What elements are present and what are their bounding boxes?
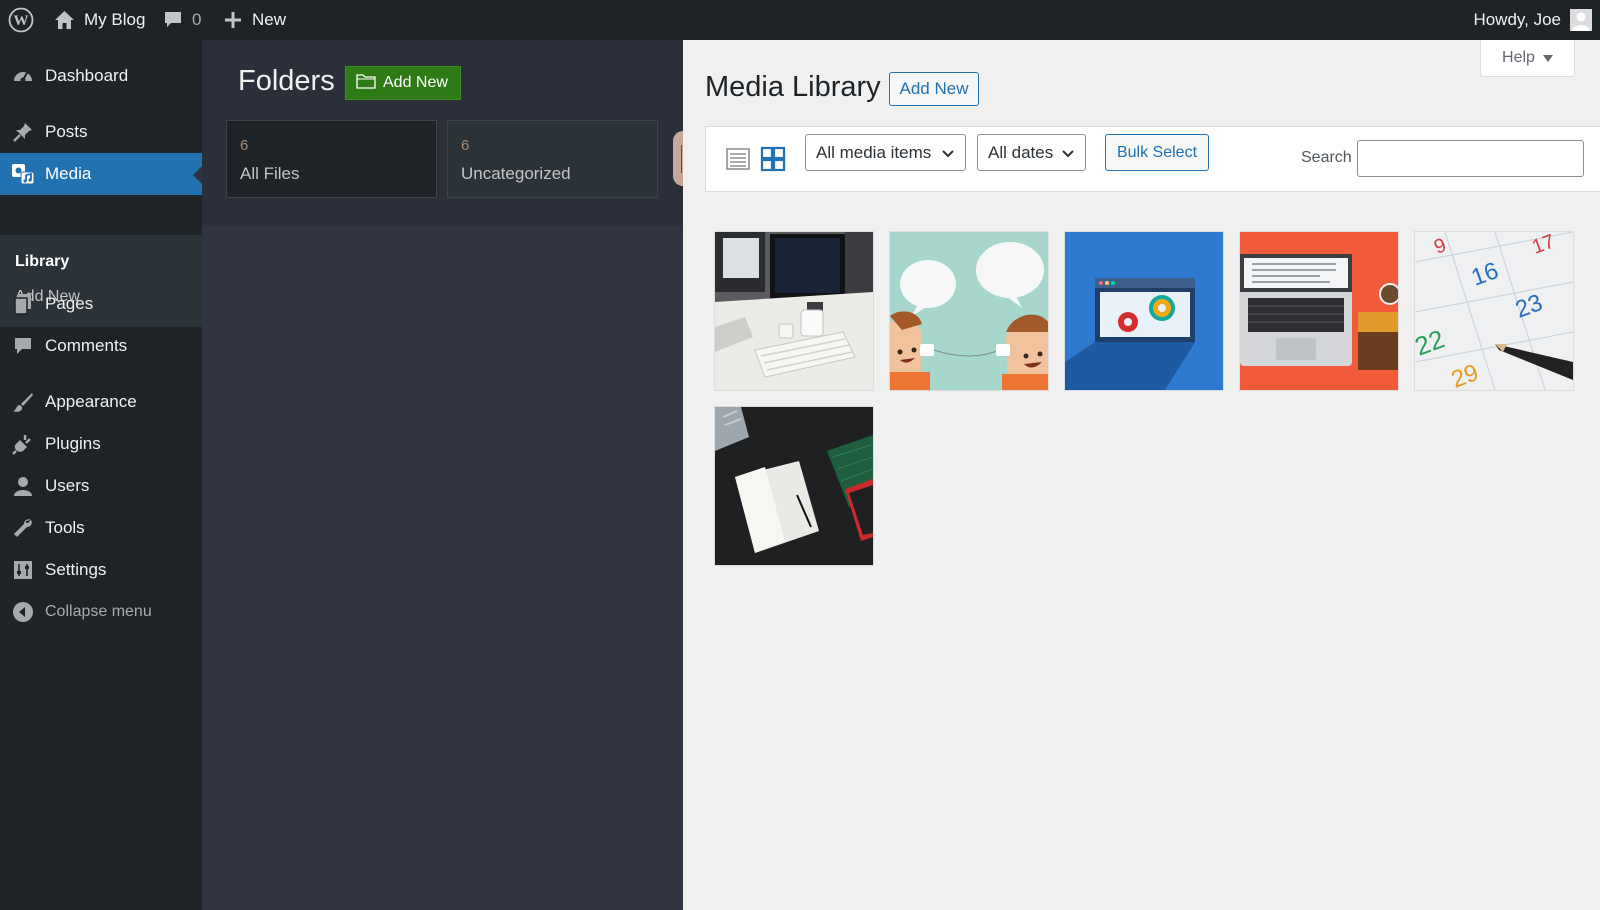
folders-title: Folders	[238, 65, 335, 97]
svg-text:W: W	[14, 13, 29, 29]
user-icon	[11, 474, 35, 498]
media-thumbnail	[715, 232, 873, 390]
howdy-greeting: Howdy, Joe	[1473, 10, 1561, 29]
comments-count: 0	[192, 10, 202, 29]
menu-item-users[interactable]: Users	[0, 465, 202, 507]
chevron-down-icon	[941, 146, 955, 166]
menu-item-appearance[interactable]: Appearance	[0, 381, 202, 423]
media-item-laptop-top-view[interactable]	[1240, 232, 1398, 390]
media-type-filter-select[interactable]: All media items	[805, 134, 966, 171]
help-tab-button[interactable]: Help	[1480, 40, 1575, 77]
grid-view-icon[interactable]	[760, 146, 786, 172]
comment-bubble-icon	[163, 10, 183, 30]
media-library-main: Help Media Library Add New All media ite…	[683, 40, 1600, 910]
media-item-settings-gears-window[interactable]	[1065, 232, 1223, 390]
site-name-link[interactable]: My Blog	[54, 0, 145, 40]
folder-name: Uncategorized	[461, 164, 571, 183]
menu-item-comments[interactable]: Comments	[0, 325, 202, 367]
media-toolbar: All media items All dates Bulk Select Se…	[705, 126, 1600, 192]
media-item-calendar-pencil[interactable]: 9 17 16 23 22 29	[1415, 232, 1573, 390]
wordpress-logo-icon[interactable]: W	[8, 0, 34, 40]
search-input[interactable]	[1357, 140, 1584, 177]
date-filter-select[interactable]: All dates	[977, 134, 1086, 171]
media-thumbnail	[890, 232, 1048, 390]
menu-item-tools[interactable]: Tools	[0, 507, 202, 549]
collapse-arrow-icon	[11, 600, 35, 624]
plus-icon	[224, 11, 242, 29]
menu-item-settings[interactable]: Settings	[0, 549, 202, 591]
folder-card-all-files[interactable]: 6 All Files	[226, 120, 437, 198]
media-icon	[11, 162, 35, 186]
menu-item-plugins[interactable]: Plugins	[0, 423, 202, 465]
folder-name: All Files	[240, 164, 300, 183]
menu-item-pages[interactable]: Pages	[0, 283, 202, 325]
site-name: My Blog	[84, 10, 146, 29]
collapse-menu-button[interactable]: Collapse menu	[0, 591, 202, 633]
admin-sidebar-menu: Dashboard Posts Media Library Add New Pa…	[0, 40, 202, 910]
current-menu-arrow	[193, 166, 202, 184]
page-title: Media Library	[705, 71, 881, 103]
new-label: New	[252, 10, 287, 29]
home-icon	[54, 10, 75, 30]
new-content-link[interactable]: New	[224, 0, 286, 40]
sliders-icon	[11, 558, 35, 582]
help-label: Help	[1502, 49, 1535, 66]
brush-icon	[11, 390, 35, 414]
folder-count: 6	[461, 137, 470, 154]
submenu-item-library[interactable]: Library	[15, 253, 69, 271]
media-item-notebook-desk[interactable]	[715, 407, 873, 565]
pin-icon	[11, 120, 35, 144]
add-new-media-button[interactable]: Add New	[889, 72, 979, 106]
search-label: Search	[1301, 149, 1352, 166]
media-thumbnail	[715, 407, 873, 565]
caret-down-icon	[1542, 49, 1553, 67]
dashboard-icon	[11, 64, 35, 88]
folders-header-area: Folders Add New 6 All Files 6 Uncategori…	[202, 40, 683, 226]
folder-count: 6	[240, 137, 249, 154]
list-view-icon[interactable]	[725, 146, 751, 172]
pages-icon	[11, 292, 35, 316]
folder-card-uncategorized[interactable]: 6 Uncategorized	[447, 120, 658, 198]
media-item-chat-bubbles-people[interactable]	[890, 232, 1048, 390]
user-account-link[interactable]: Howdy, Joe	[1473, 0, 1592, 40]
admin-bar: W My Blog 0 New Howdy, Joe	[0, 0, 1600, 40]
add-new-folder-button[interactable]: Add New	[345, 66, 461, 100]
media-item-desk-monitor-keyboard[interactable]	[715, 232, 873, 390]
wrench-icon	[11, 516, 35, 540]
chevron-down-icon	[1061, 146, 1075, 166]
media-thumbnail	[1240, 232, 1398, 390]
bulk-select-button[interactable]: Bulk Select	[1105, 134, 1209, 171]
menu-item-media[interactable]: Media	[0, 153, 202, 195]
folder-icon	[356, 73, 376, 94]
plug-icon	[11, 432, 35, 456]
comments-link[interactable]: 0	[163, 0, 201, 40]
media-thumbnail	[1065, 232, 1223, 390]
media-type-filter-value: All media items	[816, 142, 932, 162]
folders-panel: Folders Add New 6 All Files 6 Uncategori…	[202, 40, 683, 910]
comment-icon	[11, 334, 35, 358]
avatar	[1570, 9, 1592, 31]
media-thumbnail: 9 17 16 23 22 29	[1415, 232, 1573, 390]
date-filter-value: All dates	[988, 142, 1054, 162]
menu-item-posts[interactable]: Posts	[0, 111, 202, 153]
menu-item-dashboard[interactable]: Dashboard	[0, 55, 202, 97]
add-new-folder-label: Add New	[383, 74, 448, 91]
